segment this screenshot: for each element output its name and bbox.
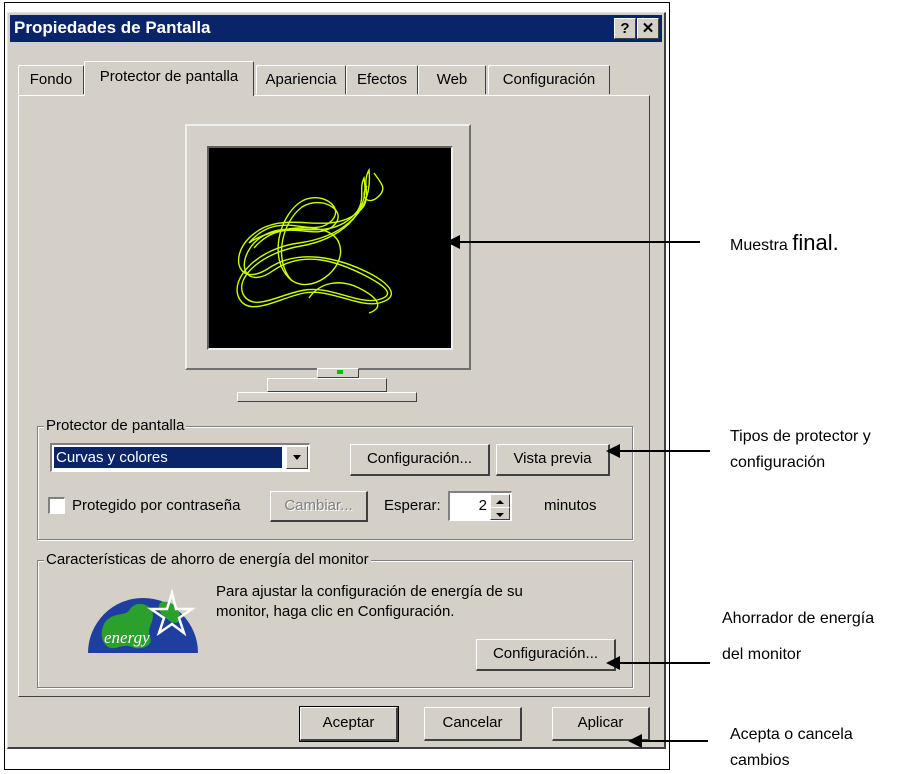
change-password-button[interactable]: Cambiar... — [270, 491, 368, 522]
close-button[interactable]: ✕ — [637, 18, 659, 39]
wait-minutes-spinner[interactable]: 2 — [448, 491, 512, 521]
screensaver-group: Protector de pantalla Curvas y colores C… — [37, 417, 633, 540]
energy-description-line2: monitor, haga clic en Configuración. — [216, 603, 455, 620]
types-arrow-line — [620, 450, 710, 452]
preview-button[interactable]: Vista previa — [496, 444, 610, 476]
energy-annotation-line2: del monitor — [722, 646, 802, 663]
dropdown-arrow-button[interactable] — [286, 446, 308, 469]
preview-arrow-line — [460, 241, 700, 243]
accept-annotation-line2: cambios — [730, 752, 790, 769]
minutes-label: minutos — [544, 497, 597, 514]
tab-efectos[interactable]: Efectos — [346, 65, 418, 94]
energy-annotation-line1: Ahorrador de energía — [722, 610, 875, 627]
chevron-down-icon — [496, 513, 504, 517]
types-annotation-line1: Tipos de protector y — [730, 428, 871, 445]
chevron-down-icon — [293, 455, 301, 460]
accept-annotation: Acepta o cancela cambios — [730, 722, 853, 774]
tab-panel: Protector de pantalla Curvas y colores C… — [18, 95, 650, 697]
energy-group-label: Características de ahorro de energía del… — [44, 551, 371, 568]
window-title: Propiedades de Pantalla — [14, 18, 211, 37]
energy-description-line1: Para ajustar la configuración de energía… — [216, 583, 523, 600]
screensaver-selected-value: Curvas y colores — [54, 447, 282, 468]
monitor-preview — [185, 124, 471, 370]
tab-web[interactable]: Web — [418, 65, 486, 94]
accept-arrow-line — [642, 740, 708, 742]
tab-configuracion[interactable]: Configuración — [488, 65, 610, 94]
energy-config-button[interactable]: Configuración... — [476, 639, 616, 671]
monitor-base — [267, 378, 387, 392]
types-annotation-line2: configuración — [730, 454, 826, 471]
preview-screen — [207, 146, 453, 350]
password-checkbox[interactable] — [48, 497, 65, 514]
spinner-down-button[interactable] — [490, 507, 510, 520]
preview-annotation-large: final. — [792, 230, 839, 255]
energy-saving-group: Características de ahorro de energía del… — [37, 551, 633, 688]
preview-arrow-head — [446, 235, 460, 249]
password-label: Protegido por contraseña — [72, 497, 241, 514]
tab-fondo[interactable]: Fondo — [18, 65, 84, 94]
cancel-button[interactable]: Cancelar — [424, 707, 522, 741]
preview-annotation: Muestra final. — [730, 230, 839, 259]
monitor-foot — [237, 392, 417, 402]
wait-label: Esperar: — [384, 497, 441, 514]
ok-button[interactable]: Aceptar — [299, 706, 399, 742]
types-annotation: Tipos de protector y configuración — [730, 424, 871, 476]
help-button[interactable]: ? — [614, 18, 636, 39]
energy-star-logo-icon: energy — [88, 588, 198, 653]
accept-arrow-head — [628, 734, 642, 748]
curves-preview-graphic — [236, 167, 392, 314]
types-arrow-head — [606, 444, 620, 458]
energy-arrow-head — [606, 656, 620, 670]
screensaver-select[interactable]: Curvas y colores — [50, 443, 310, 472]
svg-text:energy: energy — [104, 628, 150, 647]
wait-minutes-value: 2 — [478, 497, 487, 514]
power-led — [337, 370, 343, 374]
screensaver-group-label: Protector de pantalla — [44, 417, 187, 434]
preview-annotation-small: Muestra — [730, 237, 793, 254]
tab-protector-de-pantalla[interactable]: Protector de pantalla — [84, 61, 254, 96]
spinner-up-button[interactable] — [490, 494, 510, 508]
accept-annotation-line1: Acepta o cancela — [730, 726, 853, 743]
energy-arrow-line — [620, 662, 710, 664]
tab-apariencia[interactable]: Apariencia — [256, 65, 346, 94]
display-properties-dialog: Propiedades de Pantalla ? ✕ Fondo Protec… — [7, 12, 666, 749]
screensaver-config-button[interactable]: Configuración... — [350, 444, 490, 476]
title-bar: Propiedades de Pantalla ? ✕ — [10, 15, 662, 42]
energy-annotation: Ahorrador de energía del monitor — [722, 606, 874, 668]
